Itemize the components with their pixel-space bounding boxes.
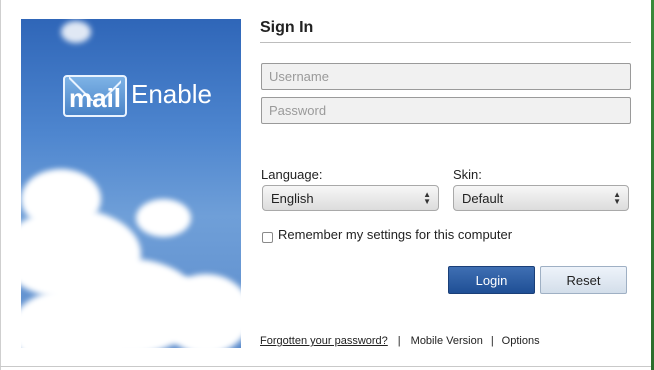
logo-mail-text: mail <box>68 83 122 113</box>
footer-separator: | <box>397 335 401 347</box>
remember-checkbox[interactable] <box>262 232 273 243</box>
options-link[interactable]: Options <box>502 335 540 347</box>
language-select[interactable]: English ▲ ▼ <box>262 185 439 211</box>
select-arrows-icon: ▲ ▼ <box>613 190 621 206</box>
password-input[interactable] <box>261 97 631 124</box>
skin-value: Default <box>462 190 504 206</box>
page-title: Sign In <box>260 19 314 36</box>
envelope-icon: mail <box>63 75 127 117</box>
username-input[interactable] <box>261 63 631 90</box>
forgot-password-link[interactable]: Forgotten your password? <box>260 335 388 347</box>
cloud <box>136 199 191 237</box>
remember-label: Remember my settings for this computer <box>278 227 513 242</box>
reset-button[interactable]: Reset <box>540 266 627 294</box>
skin-select[interactable]: Default ▲ ▼ <box>453 185 629 211</box>
footer-links: Forgotten your password? | Mobile Versio… <box>260 335 540 347</box>
language-value: English <box>271 190 314 206</box>
sky-banner: mail Enable <box>21 19 241 348</box>
mobile-version-link[interactable]: Mobile Version <box>411 335 483 347</box>
footer-separator: | <box>490 335 494 347</box>
skin-label: Skin: <box>453 167 482 182</box>
login-button[interactable]: Login <box>448 266 535 294</box>
select-arrows-icon: ▲ ▼ <box>423 190 431 206</box>
logo-enable-text: Enable <box>131 78 212 109</box>
cloud <box>161 274 241 348</box>
mailenable-logo: mail Enable <box>63 75 212 117</box>
cloud <box>61 21 91 43</box>
bottom-divider <box>0 366 654 367</box>
title-divider <box>260 42 631 43</box>
language-label: Language: <box>261 167 323 182</box>
